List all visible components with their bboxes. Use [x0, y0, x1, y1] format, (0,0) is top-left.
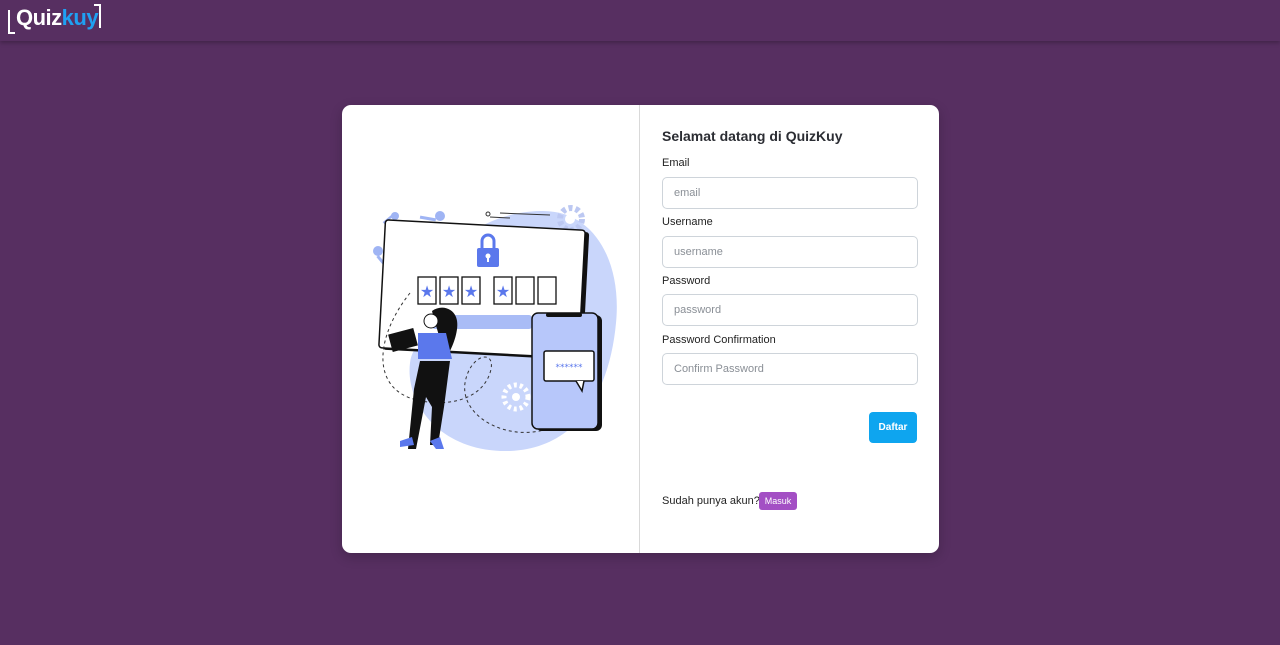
username-field[interactable]: [662, 236, 918, 268]
svg-text:★: ★: [420, 282, 434, 301]
password-mask-text: ******: [556, 363, 584, 373]
email-field[interactable]: [662, 177, 918, 209]
register-card: ★ ★ ★ ★ ****** Selamat datang di QuizKuy…: [342, 105, 939, 553]
svg-text:★: ★: [442, 282, 456, 301]
key-icon: [419, 211, 445, 222]
login-button[interactable]: Masuk: [759, 492, 797, 510]
quizkuy-logo[interactable]: Quizkuy: [8, 4, 101, 34]
svg-text:★: ★: [496, 282, 510, 301]
navbar: Quizkuy: [0, 0, 1280, 41]
password-confirmation-label: Password Confirmation: [662, 334, 776, 346]
password-label: Password: [662, 275, 711, 287]
username-label: Username: [662, 216, 713, 228]
password-field[interactable]: [662, 294, 918, 326]
register-form-panel: Selamat datang di QuizKuy Email Username…: [640, 105, 939, 553]
register-button[interactable]: Daftar: [869, 412, 917, 443]
illustration-panel: ★ ★ ★ ★ ******: [342, 105, 640, 553]
password-confirmation-field[interactable]: [662, 353, 918, 385]
logo-text: Quizkuy: [16, 5, 99, 31]
star-icon: ★ ★ ★ ★: [420, 282, 510, 301]
logo-text-kuy: kuy: [61, 5, 99, 30]
secure-login-illustration: ★ ★ ★ ★ ******: [373, 205, 617, 452]
form-title: Selamat datang di QuizKuy: [662, 128, 843, 144]
svg-text:★: ★: [464, 282, 478, 301]
login-prompt: Sudah punya akun?: [662, 495, 760, 507]
email-label: Email: [662, 157, 690, 169]
logo-text-quiz: Quiz: [16, 5, 62, 30]
logo-bracket-left: [8, 10, 15, 34]
